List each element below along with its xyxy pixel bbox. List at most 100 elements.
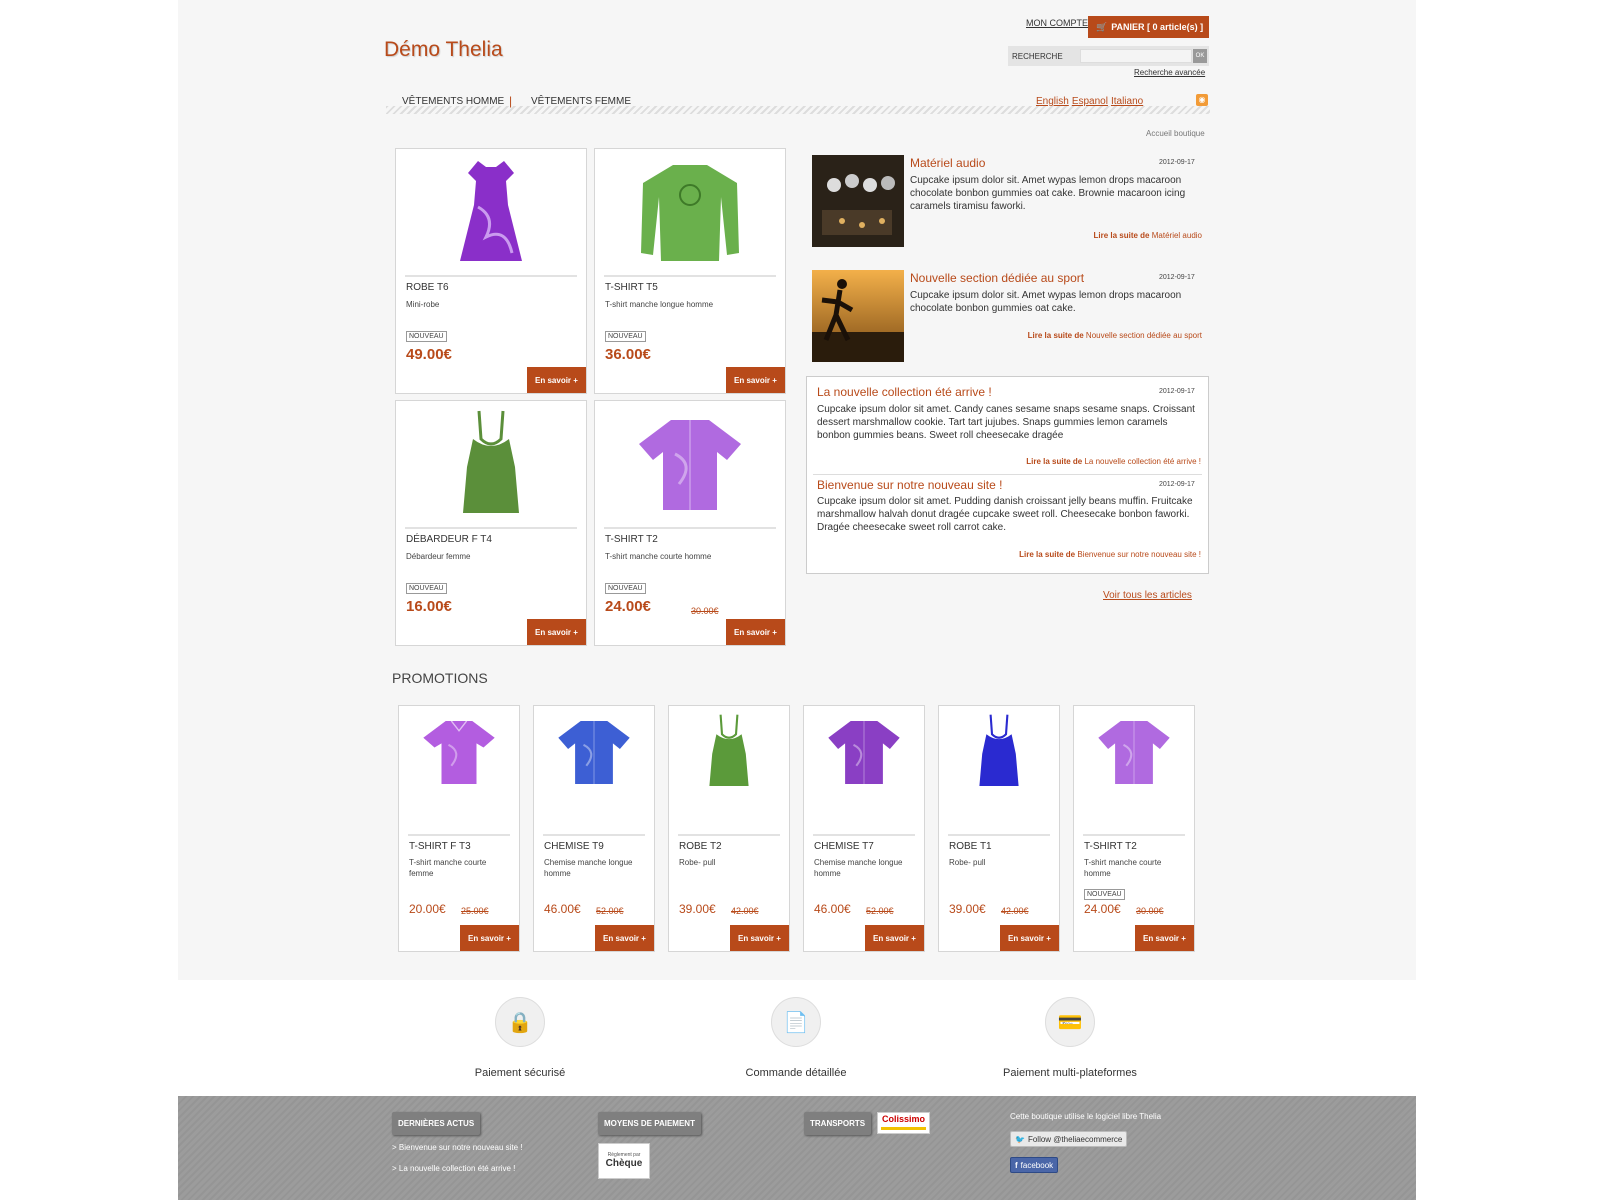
- product-image[interactable]: [1092, 715, 1176, 788]
- lang-english[interactable]: English: [1036, 96, 1069, 107]
- product-name[interactable]: ROBE T2: [679, 841, 722, 852]
- product-description: T-shirt manche courte homme: [1084, 858, 1162, 878]
- my-account-link[interactable]: MON COMPTE: [1026, 18, 1088, 28]
- learn-more-button[interactable]: En savoir +: [730, 925, 789, 951]
- promotion-product-card[interactable]: CHEMISE T9 Chemise manche longue homme 4…: [533, 705, 655, 952]
- rss-icon[interactable]: ◉: [1196, 94, 1208, 106]
- news-read-more[interactable]: Lire la suite de Matériel audio: [1093, 231, 1202, 240]
- learn-more-button[interactable]: En savoir +: [726, 367, 785, 393]
- featured-product-card[interactable]: T-SHIRT T5 T-shirt manche longue homme N…: [594, 148, 786, 394]
- product-name[interactable]: ROBE T6: [406, 282, 449, 293]
- news-title[interactable]: Nouvelle section dédiée au sport: [910, 271, 1084, 285]
- search-ok-button[interactable]: OK: [1193, 49, 1207, 63]
- news-title[interactable]: Matériel audio: [910, 156, 985, 170]
- promotion-product-card[interactable]: T-SHIRT T2 T-shirt manche courte homme N…: [1073, 705, 1195, 952]
- learn-more-button[interactable]: En savoir +: [865, 925, 924, 951]
- featured-product-card[interactable]: DÉBARDEUR F T4 Débardeur femme NOUVEAU 1…: [395, 400, 587, 646]
- footer: [178, 1096, 1416, 1200]
- product-name[interactable]: DÉBARDEUR F T4: [406, 534, 492, 545]
- lang-italiano[interactable]: Italiano: [1111, 96, 1143, 107]
- cart-button[interactable]: 🛒 PANIER [ 0 article(s) ]: [1088, 16, 1209, 38]
- product-image[interactable]: [822, 715, 906, 788]
- product-name[interactable]: T-SHIRT F T3: [409, 841, 471, 852]
- product-image[interactable]: [396, 401, 586, 527]
- product-name[interactable]: T-SHIRT T2: [1084, 841, 1137, 852]
- product-name[interactable]: CHEMISE T7: [814, 841, 874, 852]
- product-price: 20.00€: [409, 902, 446, 916]
- facebook-label: facebook: [1020, 1160, 1054, 1170]
- news-divider: [813, 474, 1202, 475]
- featured-product-card[interactable]: ROBE T6 Mini-robe NOUVEAU 49.00€ En savo…: [395, 148, 587, 394]
- all-articles-link[interactable]: Voir tous les articles: [1103, 590, 1192, 601]
- site-logo[interactable]: Démo Thelia: [384, 38, 503, 62]
- twitter-follow-button[interactable]: 🐦 Follow @theliaecommerce: [1010, 1131, 1128, 1147]
- promotion-product-card[interactable]: CHEMISE T7 Chemise manche longue homme 4…: [803, 705, 925, 952]
- search-input[interactable]: [1080, 49, 1192, 63]
- feature-secure-payment: 🔒 Paiement sécurisé: [440, 997, 600, 1079]
- news-item: Nouvelle section dédiée au sport 2012-09…: [812, 270, 1202, 370]
- product-image[interactable]: [417, 715, 501, 788]
- news-item: La nouvelle collection été arrive ! 2012…: [817, 385, 1201, 471]
- learn-more-button[interactable]: En savoir +: [460, 925, 519, 951]
- news-item: Bienvenue sur notre nouveau site ! 2012-…: [817, 478, 1201, 568]
- colissimo-logo: Colissimo: [877, 1112, 930, 1134]
- learn-more-button[interactable]: En savoir +: [595, 925, 654, 951]
- product-price: 39.00€: [949, 902, 986, 916]
- card-divider: [405, 527, 577, 529]
- old-price: 42.00€: [1001, 906, 1029, 916]
- read-more-title: Bienvenue sur notre nouveau site !: [1077, 550, 1201, 559]
- learn-more-button[interactable]: En savoir +: [1000, 925, 1059, 951]
- read-more-title: La nouvelle collection été arrive !: [1084, 457, 1201, 466]
- product-name[interactable]: T-SHIRT T2: [605, 534, 658, 545]
- news-title[interactable]: La nouvelle collection été arrive !: [817, 385, 992, 399]
- breadcrumb[interactable]: Accueil boutique: [1146, 129, 1205, 138]
- promotion-product-card[interactable]: T-SHIRT F T3 T-shirt manche courte femme…: [398, 705, 520, 952]
- footer-tab-news: DERNIÈRES ACTUS: [392, 1112, 481, 1135]
- footer-news-link[interactable]: > Bienvenue sur notre nouveau site !: [392, 1143, 523, 1152]
- product-name[interactable]: ROBE T1: [949, 841, 992, 852]
- featured-product-card[interactable]: T-SHIRT T2 T-shirt manche courte homme N…: [594, 400, 786, 646]
- twitter-label: Follow @theliaecommerce: [1027, 1134, 1123, 1144]
- feature-label: Commande détaillée: [745, 1067, 847, 1079]
- product-description: T-shirt manche courte homme: [605, 552, 712, 561]
- news-read-more[interactable]: Lire la suite de Nouvelle section dédiée…: [1028, 331, 1202, 340]
- news-thumbnail-audio: [812, 155, 904, 247]
- product-price: 46.00€: [814, 902, 851, 916]
- product-image[interactable]: [687, 714, 771, 788]
- product-name[interactable]: CHEMISE T9: [544, 841, 604, 852]
- product-description: Chemise manche longue homme: [814, 858, 903, 878]
- nav-item-women[interactable]: VÊTEMENTS FEMME: [531, 96, 631, 107]
- product-image[interactable]: [396, 149, 586, 275]
- news-read-more[interactable]: Lire la suite de La nouvelle collection …: [1026, 457, 1201, 466]
- learn-more-button[interactable]: En savoir +: [1135, 925, 1194, 951]
- news-thumbnail-sport: [812, 270, 904, 362]
- search-bar: RECHERCHE OK: [1008, 46, 1209, 66]
- feature-label: Paiement sécurisé: [474, 1067, 566, 1079]
- learn-more-button[interactable]: En savoir +: [527, 619, 586, 645]
- news-date: 2012-09-17: [1159, 388, 1195, 395]
- lang-espanol[interactable]: Espanol: [1072, 96, 1108, 107]
- product-name[interactable]: T-SHIRT T5: [605, 282, 658, 293]
- new-badge: NOUVEAU: [1084, 889, 1125, 900]
- footer-news-link[interactable]: > La nouvelle collection été arrive !: [392, 1164, 515, 1173]
- product-image[interactable]: [595, 149, 785, 275]
- product-image[interactable]: [957, 714, 1041, 788]
- nav-item-men[interactable]: VÊTEMENTS HOMME: [402, 96, 504, 107]
- news-title[interactable]: Bienvenue sur notre nouveau site !: [817, 478, 1002, 492]
- facebook-button[interactable]: f facebook: [1010, 1157, 1059, 1173]
- learn-more-button[interactable]: En savoir +: [726, 619, 785, 645]
- card-divider: [813, 834, 915, 836]
- product-image[interactable]: [595, 401, 785, 527]
- footer-tab-payment: MOYENS DE PAIEMENT: [598, 1112, 701, 1135]
- card-divider: [543, 834, 645, 836]
- product-price: 46.00€: [544, 902, 581, 916]
- product-price: 49.00€: [406, 346, 452, 363]
- learn-more-button[interactable]: En savoir +: [527, 367, 586, 393]
- cheque-logo: Règlement par Chèque: [598, 1143, 650, 1179]
- promotion-product-card[interactable]: ROBE T1 Robe- pull 39.00€ 42.00€ En savo…: [938, 705, 1060, 952]
- advanced-search-link[interactable]: Recherche avancée: [1134, 68, 1205, 77]
- promotion-product-card[interactable]: ROBE T2 Robe- pull 39.00€ 42.00€ En savo…: [668, 705, 790, 952]
- news-read-more[interactable]: Lire la suite de Bienvenue sur notre nou…: [1019, 550, 1201, 559]
- credit-card-icon: 💳: [1045, 997, 1095, 1047]
- product-image[interactable]: [552, 715, 636, 788]
